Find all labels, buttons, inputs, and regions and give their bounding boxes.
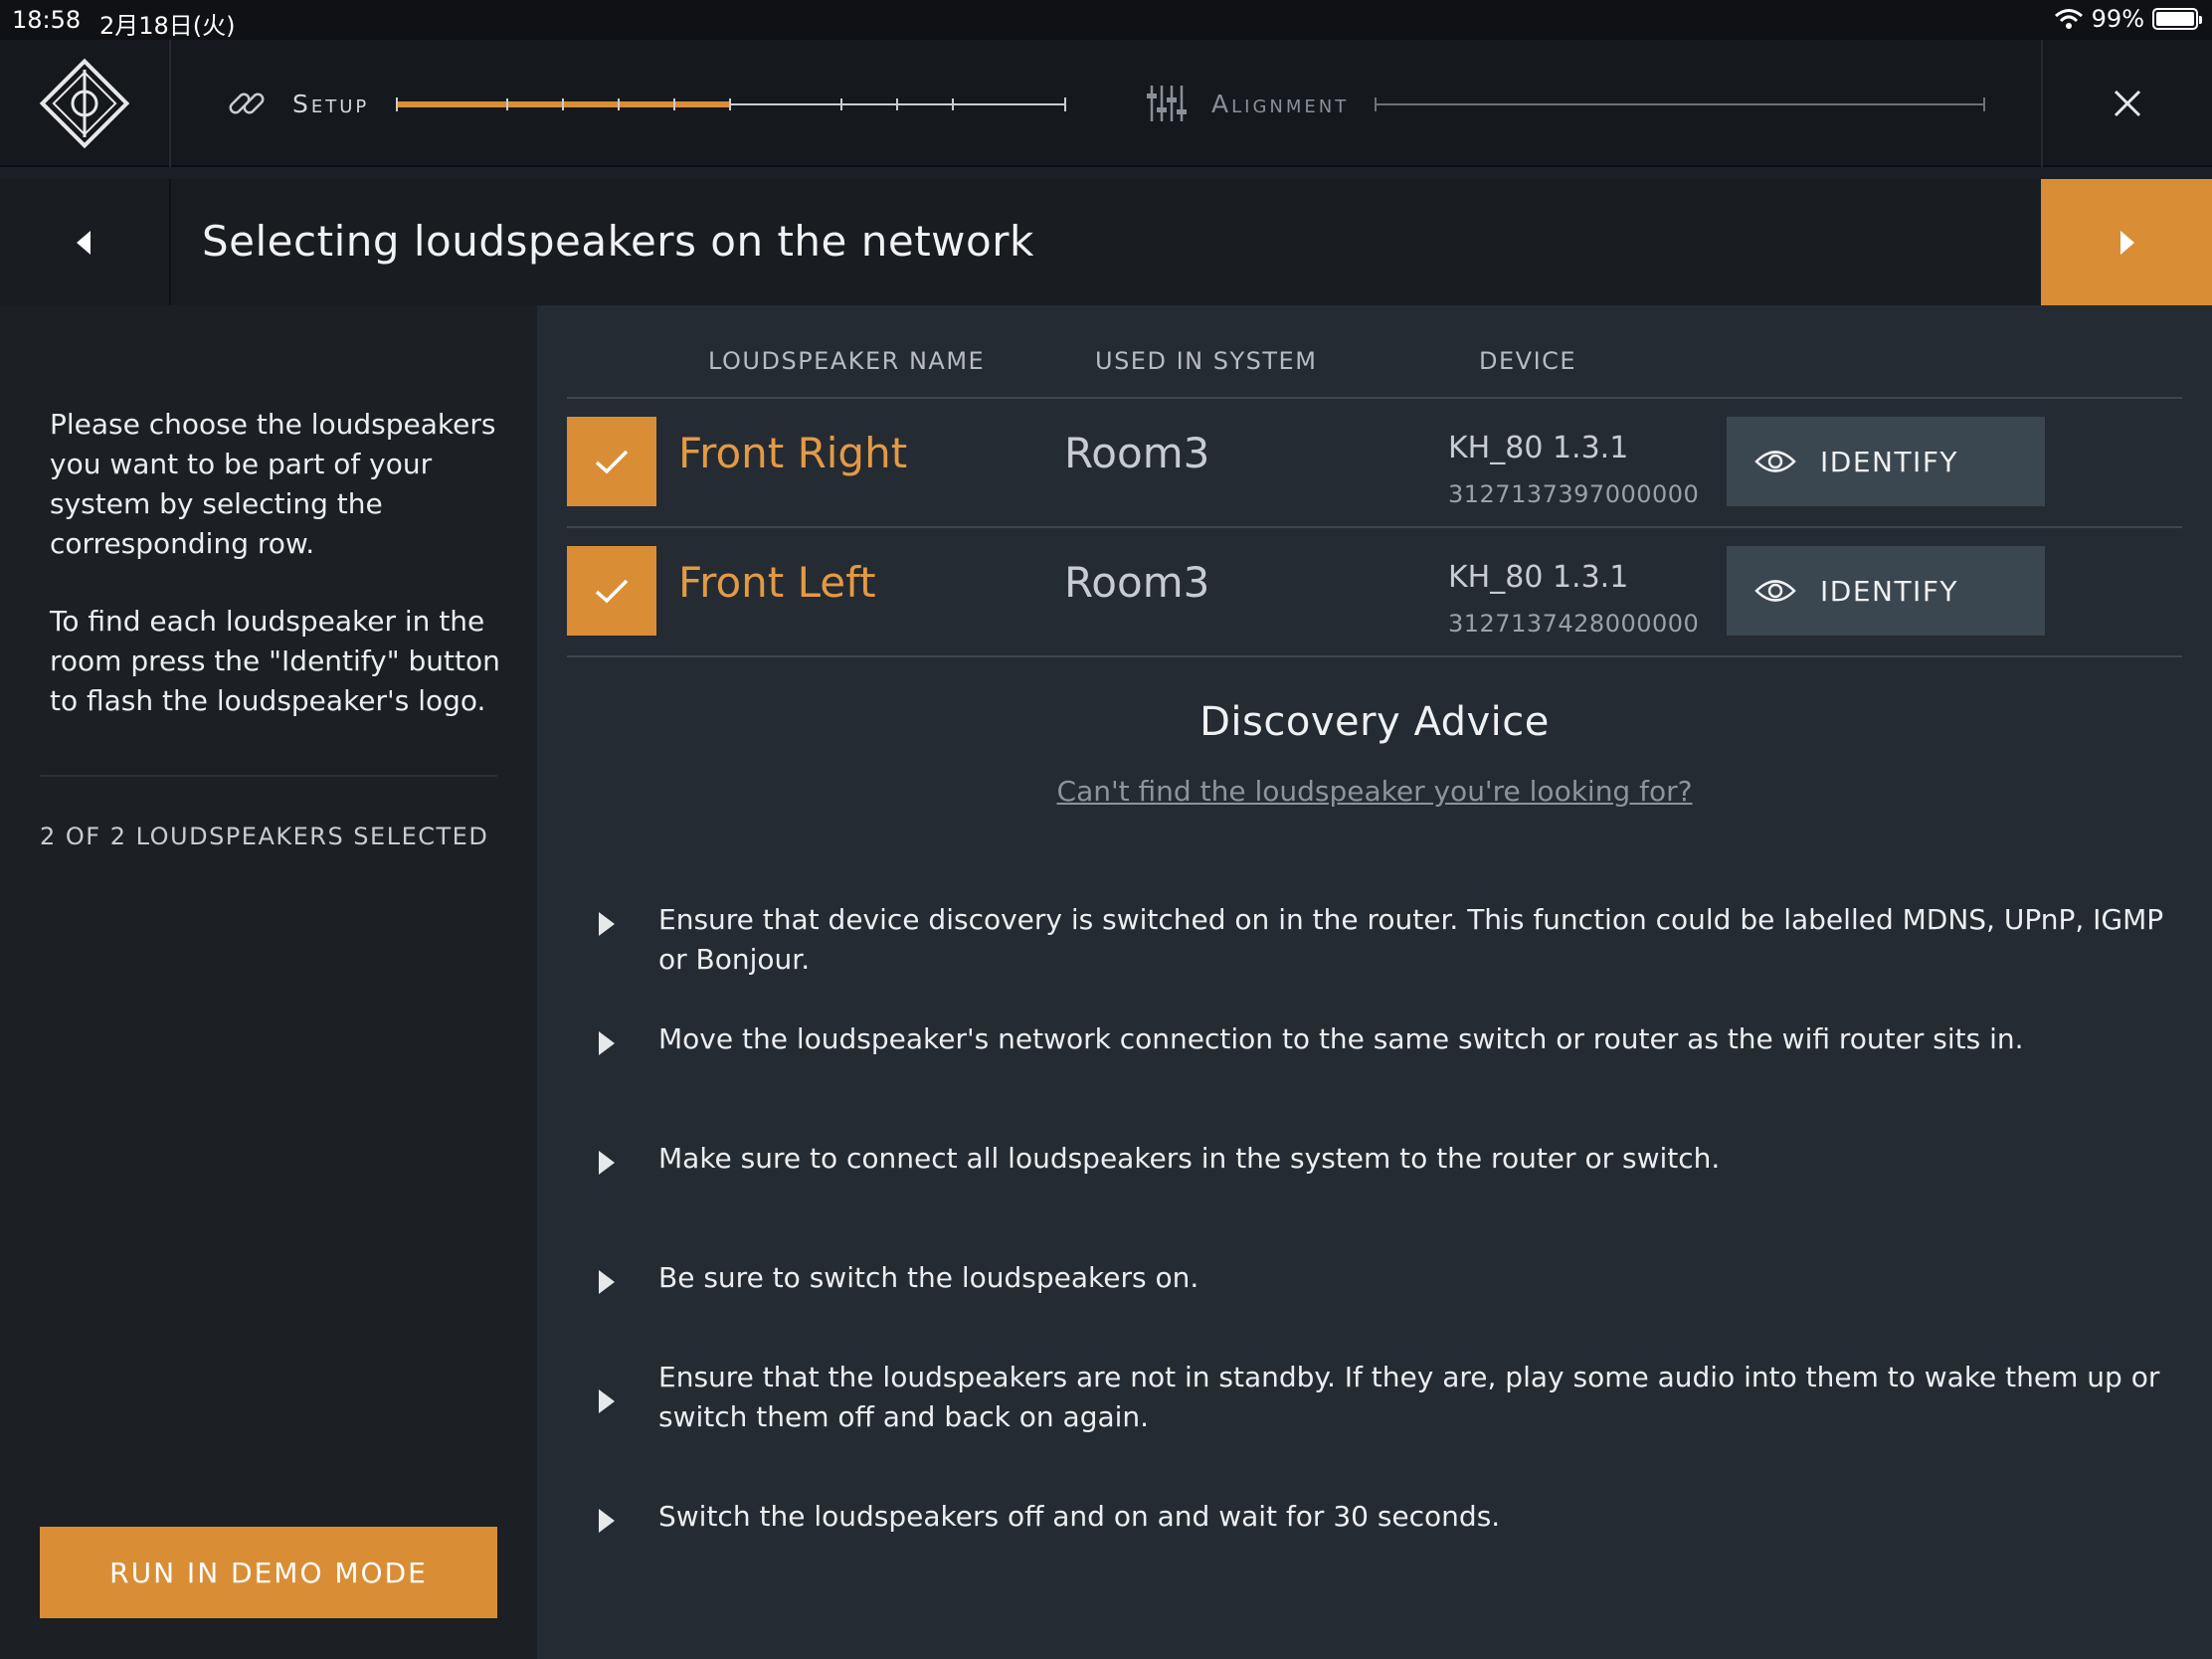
right-panel: LOUDSPEAKER NAME USED IN SYSTEM DEVICE F… <box>537 305 2212 1659</box>
eye-icon <box>1754 580 1796 602</box>
disclosure-arrow-icon <box>599 1389 615 1413</box>
battery-fill <box>2156 12 2194 26</box>
battery-percent: 99% <box>2091 5 2144 33</box>
status-bar: 18:58 2月18日(火) 99% <box>0 0 2212 40</box>
loudspeaker-device: KH_80 1.3.1 <box>1448 560 1629 595</box>
row-checkbox[interactable] <box>567 417 656 506</box>
left-panel: Please choose the loudspeakers you want … <box>0 305 537 1659</box>
loudspeaker-serial: 3127137397000000 <box>1448 480 1700 508</box>
battery-icon <box>2152 8 2202 30</box>
disclosure-arrow-icon <box>599 1270 615 1294</box>
eye-icon <box>1754 451 1796 472</box>
advice-text: Switch the loudspeakers off and on and w… <box>658 1500 1501 1533</box>
loudspeaker-system: Room3 <box>1064 558 1210 607</box>
step-alignment[interactable]: Alignment <box>1144 40 1349 167</box>
back-button[interactable] <box>0 179 171 305</box>
next-button[interactable] <box>2041 179 2212 305</box>
alignment-progress-bar <box>1375 97 1985 111</box>
row-checkbox[interactable] <box>567 546 656 636</box>
loudspeaker-device: KH_80 1.3.1 <box>1448 431 1629 465</box>
setup-progress-bar <box>396 97 1066 111</box>
loudspeaker-name: Front Left <box>678 558 876 607</box>
advice-text: Make sure to connect all loudspeakers in… <box>658 1142 1721 1175</box>
chevron-left-icon <box>77 230 91 255</box>
advice-text: Ensure that device discovery is switched… <box>658 903 2164 976</box>
instruction-select: Please choose the loudspeakers you want … <box>50 408 496 560</box>
logo-box <box>0 40 171 167</box>
close-icon <box>2114 90 2141 117</box>
identify-button[interactable]: IDENTIFY <box>1727 417 2045 506</box>
disclosure-arrow-icon <box>599 1031 615 1055</box>
status-time: 18:58 <box>12 6 82 34</box>
step-setup[interactable]: Setup <box>225 40 369 167</box>
status-date: 2月18日(火) <box>99 12 236 40</box>
setup-label: Setup <box>292 89 370 118</box>
left-divider <box>40 775 497 777</box>
checkmark-icon <box>595 450 629 474</box>
alignment-label: Alignment <box>1211 89 1350 118</box>
close-button[interactable] <box>2041 40 2212 167</box>
disclosure-arrow-icon <box>599 912 615 936</box>
identify-label: IDENTIFY <box>1820 574 1959 608</box>
sliders-icon <box>1147 86 1187 121</box>
identify-label: IDENTIFY <box>1820 445 1959 478</box>
instructions: Please choose the loudspeakers you want … <box>50 405 507 721</box>
column-header-name: LOUDSPEAKER NAME <box>708 347 986 375</box>
advice-text: Ensure that the loudspeakers are not in … <box>658 1361 2160 1433</box>
loudspeaker-row[interactable]: Front Left Room3 KH_80 1.3.1 31271374280… <box>567 528 2182 657</box>
run-demo-button[interactable]: RUN IN DEMO MODE <box>40 1527 497 1618</box>
advice-text: Move the loudspeaker's network connectio… <box>658 1022 2024 1055</box>
loudspeaker-row[interactable]: Front Right Room3 KH_80 1.3.1 3127137397… <box>567 399 2182 528</box>
disclosure-arrow-icon <box>599 1151 615 1175</box>
checkmark-icon <box>595 579 629 604</box>
instruction-identify: To find each loudspeaker in the room pre… <box>50 605 500 717</box>
advice-text: Be sure to switch the loudspeakers on. <box>658 1261 1199 1294</box>
page-title: Selecting loudspeakers on the network <box>202 217 1034 266</box>
chevron-right-icon <box>2120 230 2134 255</box>
link-icon <box>229 92 265 114</box>
column-header-system: USED IN SYSTEM <box>1095 347 1318 375</box>
cant-find-link[interactable]: Can't find the loudspeaker you're lookin… <box>537 775 2212 808</box>
row-divider <box>567 655 2182 657</box>
disclosure-arrow-icon <box>599 1509 615 1533</box>
wifi-icon <box>2054 9 2083 29</box>
discovery-advice-title: Discovery Advice <box>1199 699 1550 745</box>
loudspeaker-name: Front Right <box>678 429 908 477</box>
battery-cap <box>2199 16 2202 24</box>
column-header-device: DEVICE <box>1479 347 1577 375</box>
neumann-logo-icon <box>39 58 130 149</box>
title-bar: Selecting loudspeakers on the network <box>0 179 2212 305</box>
loudspeaker-serial: 3127137428000000 <box>1448 610 1700 638</box>
loudspeaker-system: Room3 <box>1064 429 1210 477</box>
identify-button[interactable]: IDENTIFY <box>1727 546 2045 636</box>
status-right: 99% <box>2054 5 2202 33</box>
selected-count: 2 OF 2 LOUDSPEAKERS SELECTED <box>40 823 489 850</box>
app-root: 18:58 2月18日(火) 99% Setup Alignment Selec… <box>0 0 2212 1659</box>
top-nav: Setup Alignment <box>0 40 2212 167</box>
